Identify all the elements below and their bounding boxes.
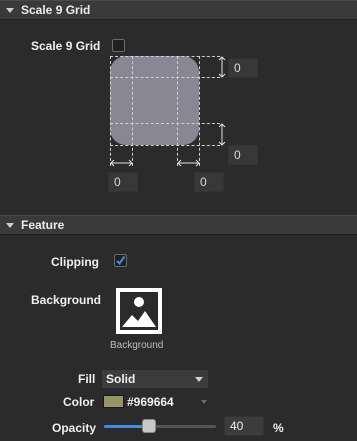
color-dropdown-caret-icon[interactable] [201,400,207,404]
feature-section-header[interactable]: Feature [0,215,357,235]
left-guide-line [110,56,111,166]
disclosure-triangle-icon [6,222,14,228]
right-guide-line [199,56,200,166]
color-hex-value[interactable]: #969664 [127,395,174,409]
right-inset-guide [177,56,178,166]
scale9-section-title: Scale 9 Grid [21,3,91,17]
fill-label: Fill [78,372,96,386]
checkmark-icon [116,255,126,266]
right-inset-arrow-icon [177,159,200,167]
left-inset-field[interactable]: 0 [108,172,138,192]
top-inset-guide [110,77,220,78]
scale9-preview [110,56,199,145]
bottom-guide-line [110,145,220,146]
top-guide-line [110,56,220,57]
left-inset-arrow-icon [110,159,133,167]
scale9-checkbox[interactable] [112,39,125,52]
left-inset-guide [132,56,133,166]
opacity-slider-thumb[interactable] [141,419,156,433]
opacity-input[interactable]: 40 [224,416,264,436]
opacity-unit: % [273,421,284,435]
image-placeholder-icon [116,288,162,334]
top-inset-field[interactable]: 0 [228,58,258,78]
background-label: Background [31,293,102,307]
fill-select-value: Solid [106,372,136,386]
background-thumb-caption: Background [110,340,164,351]
scale9-checkbox-label: Scale 9 Grid [31,39,101,53]
clipping-checkbox[interactable] [114,254,127,267]
scale9-section-header[interactable]: Scale 9 Grid [0,0,357,20]
feature-section-title: Feature [21,218,65,232]
dropdown-caret-icon [195,377,203,382]
opacity-label: Opacity [52,421,97,435]
bottom-inset-field[interactable]: 0 [228,145,258,165]
clipping-label: Clipping [51,255,99,269]
color-swatch[interactable] [103,395,124,408]
background-image-button[interactable] [115,287,163,335]
color-label: Color [63,395,95,409]
top-inset-arrow-icon [218,56,226,78]
opacity-slider-track[interactable] [104,425,216,428]
bottom-inset-guide [110,123,220,124]
bottom-inset-arrow-icon [218,123,226,146]
disclosure-triangle-icon [6,7,14,13]
right-inset-field[interactable]: 0 [194,172,224,192]
fill-select[interactable]: Solid [101,369,209,389]
